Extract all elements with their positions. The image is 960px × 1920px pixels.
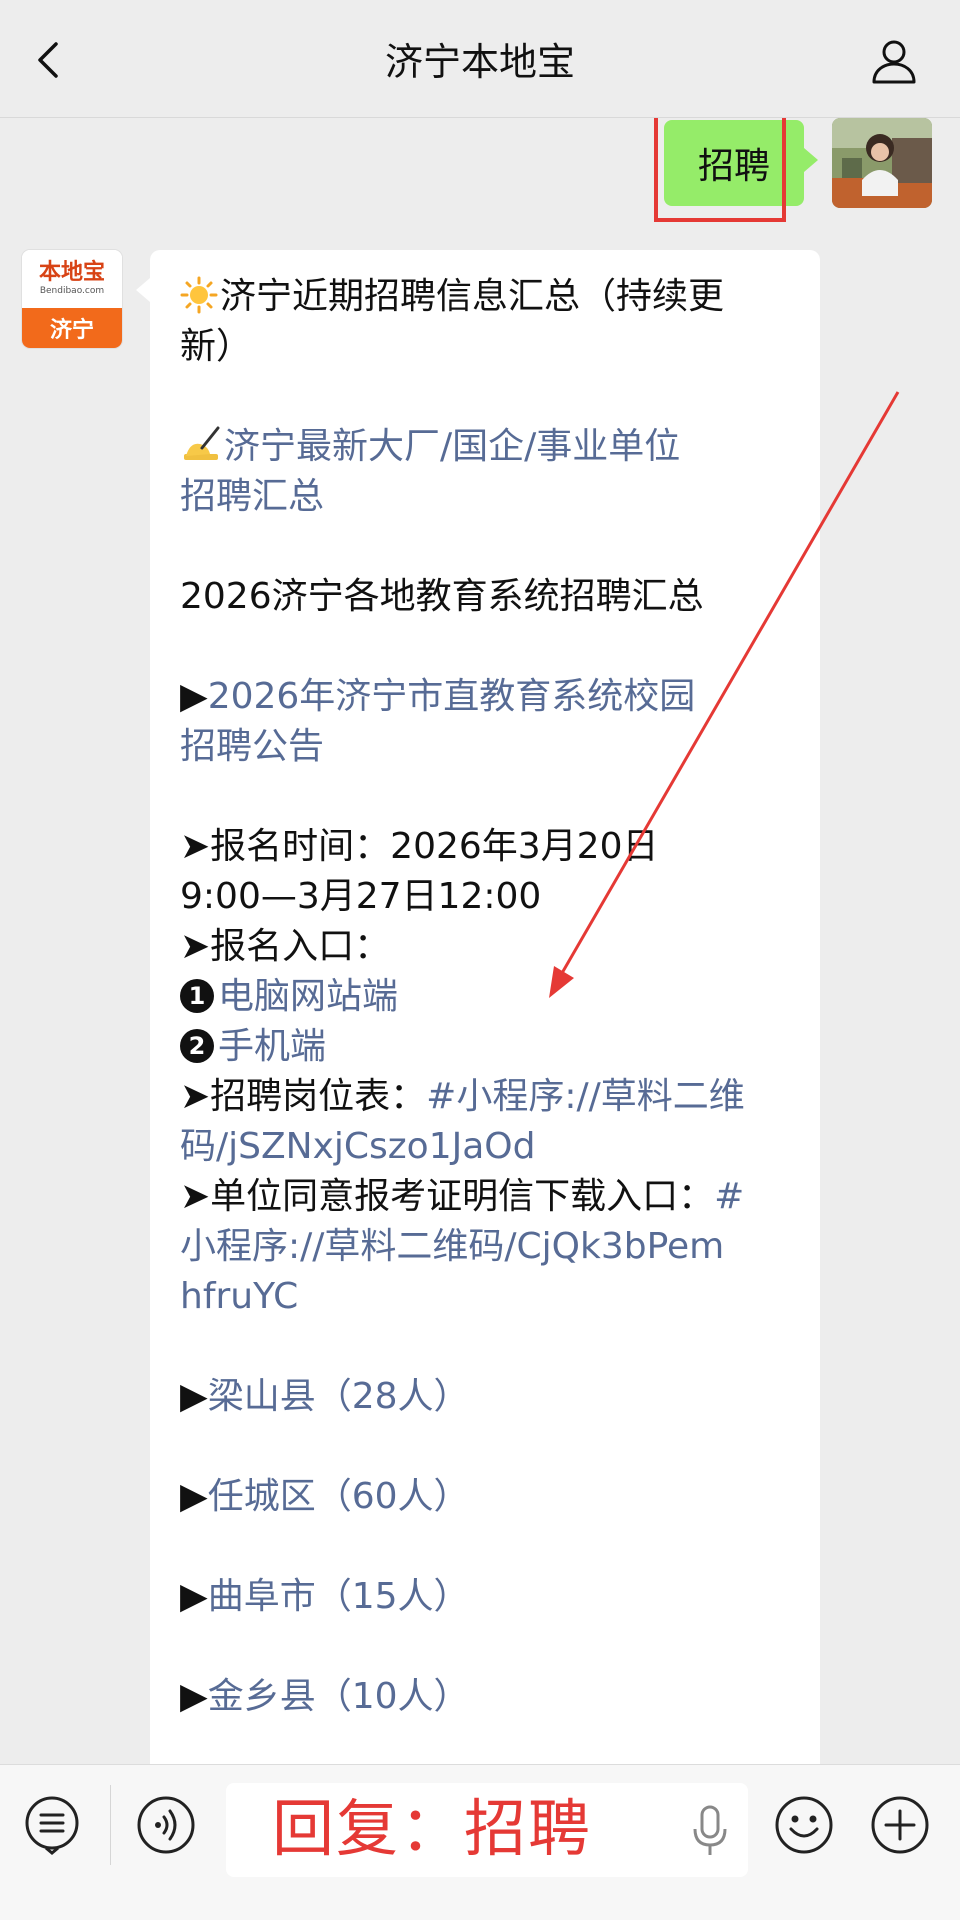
link-text[interactable]: 金乡县（10人）	[208, 1676, 470, 1717]
link-line[interactable]: 济宁最新大厂/国企/事业单位	[180, 422, 792, 472]
message-input[interactable]: 回复：招聘	[226, 1783, 748, 1877]
link-text[interactable]: 招聘汇总	[180, 472, 792, 522]
chat-area[interactable]: 招聘 本地宝 Bendibao.com 济宁 济宁近期招聘信息汇总（持续更 新）…	[0, 118, 960, 1764]
message-line: ➤报名入口：	[180, 926, 391, 967]
sun-icon	[180, 276, 218, 314]
bot-logo-text: 本地宝	[38, 260, 105, 285]
number-badge: 1	[180, 979, 214, 1013]
link-text[interactable]: 手机端	[218, 1026, 326, 1067]
microphone-icon[interactable]	[690, 1805, 730, 1857]
bot-avatar[interactable]: 本地宝 Bendibao.com 济宁	[22, 250, 122, 348]
bullet-marker: ▶	[180, 1376, 208, 1417]
link-text[interactable]: 2026年济宁市直教育系统校园	[208, 676, 696, 717]
bullet-marker: ▶	[180, 1476, 208, 1517]
writing-hand-icon	[184, 426, 220, 460]
link-text[interactable]: 曲阜市（15人）	[208, 1576, 470, 1617]
bot-logo: 本地宝 Bendibao.com	[22, 250, 122, 308]
link-text[interactable]: 码/jSZNxjCszo1JaOd	[180, 1122, 792, 1172]
message-line: ➤招聘岗位表：	[180, 1076, 427, 1117]
message-line: 新）	[180, 326, 253, 367]
link-text[interactable]: 任城区（60人）	[208, 1476, 470, 1517]
user-avatar[interactable]	[832, 118, 932, 208]
person-icon[interactable]	[868, 36, 920, 88]
highlight-box	[654, 118, 786, 222]
bullet-marker: ▶	[180, 1676, 208, 1717]
list-menu-icon[interactable]	[22, 1795, 82, 1855]
emoji-icon[interactable]	[774, 1795, 834, 1855]
link-text[interactable]: 电脑网站端	[218, 976, 398, 1017]
bullet-marker: ▶	[180, 1576, 208, 1617]
number-badge: 2	[180, 1029, 214, 1063]
page-title: 济宁本地宝	[384, 40, 575, 84]
link-text[interactable]: 梁山县（28人）	[208, 1376, 470, 1417]
bot-logo-sub: Bendibao.com	[39, 286, 105, 296]
message-line: 9:00—3月27日12:00	[180, 876, 542, 917]
link-text[interactable]: 小程序://草料二维码/CjQk3bPem	[180, 1222, 792, 1272]
input-bar: 回复：招聘	[0, 1764, 960, 1920]
divider	[110, 1785, 111, 1865]
plus-icon[interactable]	[870, 1795, 930, 1855]
bot-message-bubble: 济宁近期招聘信息汇总（持续更 新） 济宁最新大厂/国企/事业单位 招聘汇总 20…	[136, 250, 820, 1764]
top-bar: 济宁本地宝	[0, 0, 960, 118]
message-line: 2026济宁各地教育系统招聘汇总	[180, 576, 704, 617]
user-photo	[832, 118, 932, 208]
message-line: 济宁近期招聘信息汇总（持续更	[220, 276, 725, 317]
message-line: ➤单位同意报考证明信下载入口：	[180, 1176, 715, 1217]
link-text[interactable]: #小程序://草料二维	[426, 1076, 745, 1117]
message-line: ➤报名时间：2026年3月20日	[180, 826, 659, 867]
voice-icon[interactable]	[136, 1795, 196, 1855]
message-title[interactable]: 济宁近期招聘信息汇总（持续更	[180, 272, 792, 322]
bullet-marker: ▶	[180, 676, 208, 717]
link-text[interactable]: 济宁最新大厂/国企/事业单位	[224, 426, 680, 467]
link-text[interactable]: 招聘公告	[180, 722, 792, 772]
bot-city-label: 济宁	[22, 308, 122, 348]
link-text[interactable]: #	[714, 1176, 744, 1217]
link-text[interactable]: hfruYC	[180, 1272, 792, 1322]
reply-hint-text: 回复：招聘	[272, 1792, 593, 1865]
